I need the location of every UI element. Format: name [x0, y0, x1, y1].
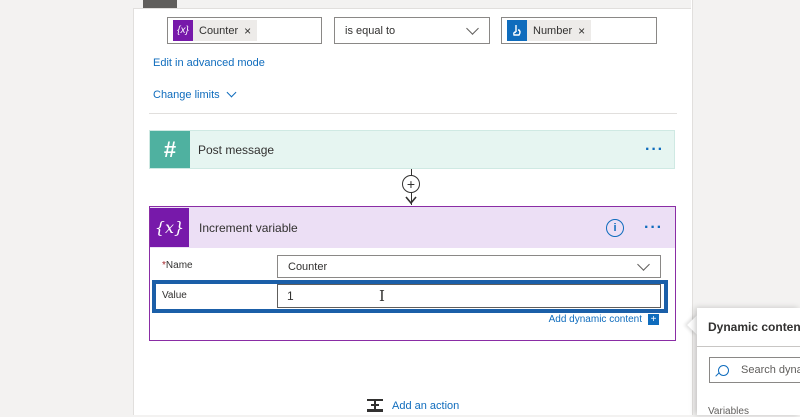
token-label: Number	[533, 24, 573, 37]
chevron-down-icon	[226, 87, 237, 98]
add-icon: +	[648, 314, 659, 325]
increment-variable-action[interactable]: {x} Increment variable i ··· *Name Count…	[149, 206, 676, 341]
action-header[interactable]: {x} Increment variable i ···	[150, 207, 675, 248]
tab-underline	[697, 346, 800, 347]
edit-advanced-mode-link[interactable]: Edit in advanced mode	[153, 57, 265, 69]
chevron-down-icon	[466, 22, 479, 35]
section-label: Variables	[708, 406, 749, 417]
add-dynamic-content-link[interactable]: Add dynamic content +	[549, 314, 659, 325]
name-dropdown[interactable]: Counter	[277, 255, 661, 278]
dynamic-search-input[interactable]: Search dynamic content	[709, 357, 800, 383]
add-action-label: Add an action	[392, 400, 460, 412]
dynamic-content-panel: Dynamic content Search dynamic content V…	[697, 308, 800, 417]
search-placeholder: Search dynamic content	[741, 364, 800, 376]
insert-step-icon[interactable]: +	[402, 175, 420, 193]
name-label-text: Name	[165, 260, 193, 271]
operator-dropdown[interactable]: is equal to	[334, 17, 490, 44]
value-label: Value	[162, 290, 187, 301]
value-text: 1	[287, 289, 294, 303]
top-strip-marker	[143, 0, 177, 8]
add-action-button[interactable]: Add an action	[366, 398, 459, 414]
manual-trigger-icon	[507, 20, 527, 41]
arrow-down-icon	[405, 196, 417, 204]
variable-icon: {x}	[173, 20, 193, 41]
token-label: Counter	[199, 24, 239, 37]
more-options-icon[interactable]: ···	[644, 219, 663, 237]
name-label: *Name	[162, 260, 193, 271]
remove-token-icon[interactable]: ×	[244, 24, 251, 38]
action-title: Increment variable	[199, 220, 298, 235]
remove-token-icon[interactable]: ×	[578, 24, 585, 38]
add-dynamic-label: Add dynamic content	[548, 314, 642, 325]
section-divider	[149, 113, 677, 114]
name-value: Counter	[288, 260, 328, 273]
search-icon	[718, 364, 729, 376]
post-message-action[interactable]: # Post message ···	[149, 130, 675, 169]
counter-token[interactable]: {x} Counter ×	[173, 20, 258, 41]
panel-title: Dynamic content	[708, 320, 800, 334]
value-input[interactable]: 1	[277, 284, 661, 308]
chevron-down-icon	[637, 258, 650, 271]
operator-value: is equal to	[345, 24, 396, 37]
more-options-icon[interactable]: ···	[645, 141, 664, 159]
condition-right-operand[interactable]: Number ×	[501, 17, 657, 44]
change-limits-link[interactable]: Change limits	[153, 87, 237, 101]
change-limits-label: Change limits	[153, 89, 220, 101]
top-strip	[133, 0, 691, 9]
text-cursor-icon: I	[379, 287, 385, 305]
add-action-icon	[366, 398, 384, 414]
condition-left-operand[interactable]: {x} Counter ×	[167, 17, 322, 44]
number-token[interactable]: Number ×	[507, 20, 592, 41]
info-icon[interactable]: i	[606, 218, 625, 237]
variable-icon: {x}	[150, 208, 189, 247]
slack-icon: #	[150, 131, 190, 168]
action-title: Post message	[198, 142, 275, 157]
